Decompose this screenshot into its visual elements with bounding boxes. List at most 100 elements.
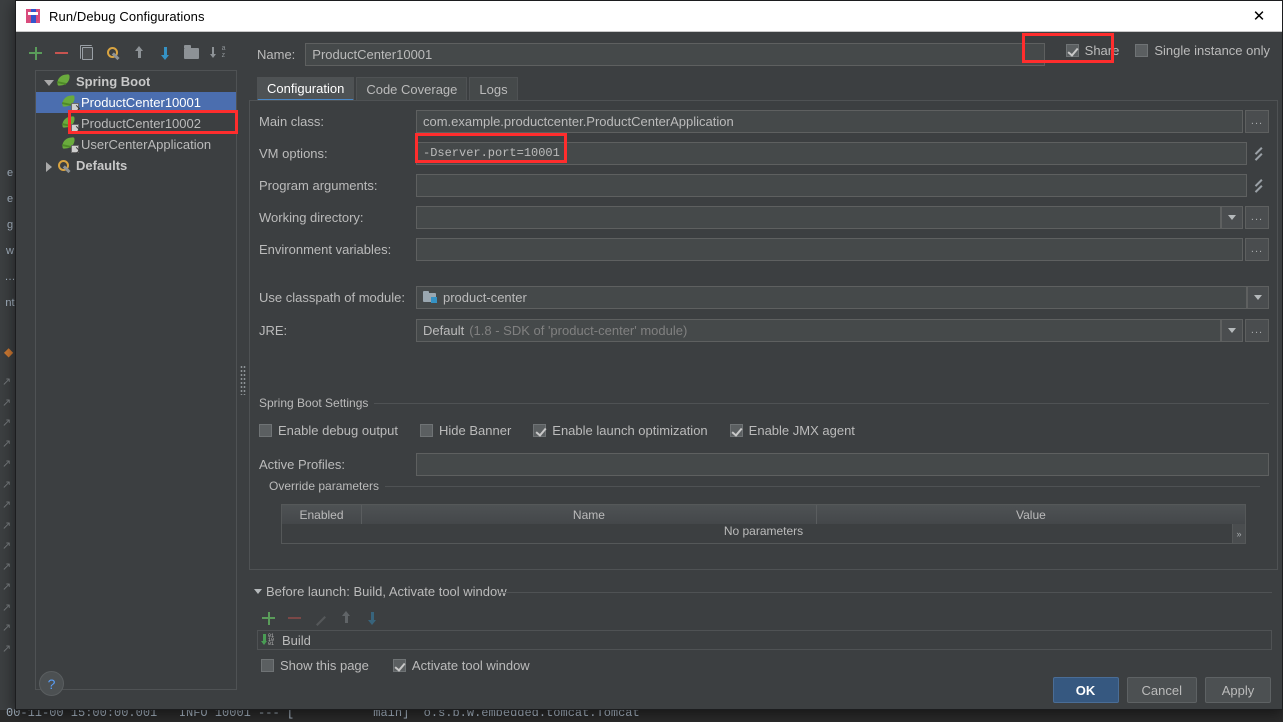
checkbox-box: [261, 659, 274, 672]
show-this-page-checkbox[interactable]: Show this page: [261, 658, 369, 673]
close-icon[interactable]: ✕: [1236, 1, 1282, 31]
working-directory-label: Working directory:: [259, 209, 364, 225]
move-task-up-button[interactable]: [335, 606, 359, 630]
copy-configuration-button[interactable]: [76, 41, 99, 65]
spring-leaf-icon: [56, 74, 73, 89]
working-directory-input[interactable]: [416, 205, 1221, 229]
arrow-down-icon: [159, 45, 173, 61]
column-header-enabled[interactable]: Enabled: [282, 505, 362, 524]
jre-dropdown-icon[interactable]: [1221, 318, 1243, 342]
bg-gutter-arrows: ↗ ↗ ↗ ↗ ↗ ↗ ↗ ↗ ↗ ↗ ↗ ↗ ↗ ↗: [2, 376, 12, 655]
main-class-input[interactable]: com.example.productcenter.ProductCenterA…: [416, 109, 1243, 133]
tree-item-usercenterapplication[interactable]: UserCenterApplication: [36, 134, 236, 155]
spring-boot-settings-checkboxes: Enable debug output Hide Banner Enable l…: [259, 423, 855, 438]
tree-item-productcenter10001[interactable]: ProductCenter10001: [36, 92, 236, 113]
dialog-footer-buttons: OK Cancel Apply: [1052, 677, 1271, 703]
cancel-button[interactable]: Cancel: [1126, 677, 1197, 703]
module-icon: [423, 291, 437, 303]
before-launch-task-list[interactable]: 01 10 01 Build: [257, 630, 1272, 650]
chevron-down-icon[interactable]: [42, 75, 56, 89]
enable-jmx-agent-checkbox[interactable]: Enable JMX agent: [729, 423, 855, 438]
activate-tool-window-checkbox[interactable]: Activate tool window: [392, 658, 530, 673]
tab-code-coverage[interactable]: Code Coverage: [356, 77, 468, 101]
column-header-name[interactable]: Name: [362, 505, 817, 524]
jre-value: Default: [423, 322, 465, 338]
tab-logs[interactable]: Logs: [469, 77, 518, 101]
configuration-editor-pane: Name: ProductCenter10001 Share Single in…: [249, 32, 1282, 709]
classpath-module-label: Use classpath of module:: [259, 289, 405, 305]
remove-configuration-button[interactable]: [50, 41, 73, 65]
remove-task-button[interactable]: [283, 606, 307, 630]
apply-button[interactable]: Apply: [1205, 677, 1271, 703]
create-folder-button[interactable]: [180, 41, 203, 65]
panel-splitter[interactable]: [237, 70, 249, 690]
add-task-button[interactable]: [257, 606, 281, 630]
share-checkbox[interactable]: Share: [1065, 43, 1119, 58]
sort-configurations-button[interactable]: az: [206, 41, 229, 65]
table-scroll-right-button[interactable]: »: [1232, 524, 1245, 543]
bg-bookmark-icon: ◆: [4, 345, 14, 359]
chevron-right-icon[interactable]: [42, 159, 56, 173]
spring-boot-settings-title: Spring Boot Settings: [259, 396, 375, 410]
enable-launch-optimization-checkbox[interactable]: Enable launch optimization: [533, 423, 708, 438]
edit-task-button[interactable]: [309, 606, 333, 630]
enable-debug-output-label: Enable debug output: [278, 423, 398, 438]
environment-variables-browse-button[interactable]: ...: [1245, 237, 1269, 261]
tree-group-spring-boot[interactable]: Spring Boot: [36, 71, 236, 92]
classpath-module-select[interactable]: product-center: [416, 285, 1247, 309]
show-this-page-label: Show this page: [280, 658, 369, 673]
active-profiles-row: Active Profiles:: [259, 452, 1269, 476]
configurations-tree[interactable]: Spring Boot ProductCenter10001 ProductCe…: [35, 70, 237, 690]
environment-variables-input[interactable]: [416, 237, 1243, 261]
ok-button[interactable]: OK: [1052, 677, 1119, 703]
working-directory-row: Working directory: ...: [259, 205, 1269, 229]
copy-icon: [79, 45, 93, 60]
program-arguments-expand-icon[interactable]: [1247, 174, 1269, 197]
arrow-up-icon: [133, 45, 147, 61]
before-launch-task-label: Build: [282, 632, 311, 648]
working-directory-dropdown-icon[interactable]: [1221, 205, 1243, 229]
dialog-options: Share Single instance only: [1065, 43, 1270, 58]
override-parameters-table[interactable]: Enabled Name Value No parameters »: [281, 504, 1246, 544]
single-instance-label: Single instance only: [1154, 43, 1270, 58]
checkbox-box: [392, 659, 406, 672]
program-arguments-row: Program arguments:: [259, 173, 1269, 197]
arrow-down-icon: [366, 610, 380, 626]
jre-label: JRE:: [259, 322, 288, 338]
main-class-browse-button[interactable]: ...: [1245, 109, 1269, 133]
enable-debug-output-checkbox[interactable]: Enable debug output: [259, 423, 398, 438]
checkbox-box: [259, 424, 272, 437]
column-header-value[interactable]: Value: [816, 505, 1245, 524]
active-profiles-input[interactable]: [416, 452, 1269, 476]
move-up-button[interactable]: [128, 41, 151, 65]
environment-variables-row: Environment variables: ...: [259, 237, 1269, 261]
move-task-down-button[interactable]: [361, 606, 385, 630]
tab-configuration[interactable]: Configuration: [257, 77, 355, 101]
environment-variables-label: Environment variables:: [259, 241, 392, 257]
vm-options-expand-icon[interactable]: [1247, 142, 1269, 165]
working-directory-browse-button[interactable]: ...: [1245, 205, 1269, 229]
classpath-module-value: product-center: [443, 289, 527, 305]
program-arguments-label: Program arguments:: [259, 177, 378, 193]
add-configuration-button[interactable]: [24, 41, 47, 65]
override-parameters-group: Override parameters Enabled Name Value N…: [269, 479, 1260, 546]
vm-options-input[interactable]: -Dserver.port=10001: [416, 141, 1247, 165]
checkbox-box: [1065, 44, 1079, 57]
checkbox-box: [729, 424, 743, 437]
classpath-module-dropdown-icon[interactable]: [1247, 285, 1269, 309]
splitter-grip: [240, 365, 246, 395]
single-instance-checkbox[interactable]: Single instance only: [1135, 43, 1270, 58]
name-input[interactable]: ProductCenter10001: [305, 42, 1046, 66]
move-down-button[interactable]: [154, 41, 177, 65]
help-button[interactable]: ?: [39, 671, 64, 696]
jre-browse-button[interactable]: ...: [1245, 318, 1269, 342]
jre-value-detail: (1.8 - SDK of 'product-center' module): [469, 322, 688, 338]
hide-banner-checkbox[interactable]: Hide Banner: [420, 423, 511, 438]
program-arguments-input[interactable]: [416, 173, 1247, 197]
tree-group-defaults[interactable]: Defaults: [36, 155, 236, 176]
tree-item-productcenter10002[interactable]: ProductCenter10002: [36, 113, 236, 134]
edit-defaults-button[interactable]: [102, 41, 125, 65]
jre-select[interactable]: Default (1.8 - SDK of 'product-center' m…: [416, 318, 1221, 342]
wrench-icon: [57, 158, 73, 173]
chevron-down-icon[interactable]: [254, 589, 262, 594]
